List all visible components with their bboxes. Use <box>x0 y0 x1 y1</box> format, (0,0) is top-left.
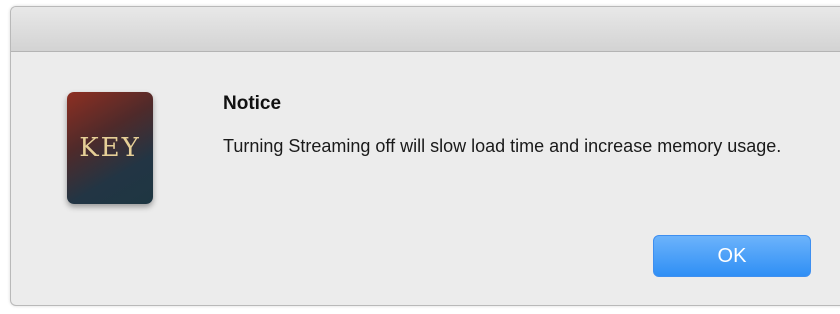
ok-button[interactable]: OK <box>653 235 811 277</box>
dialog-title: Notice <box>223 93 282 114</box>
dialog-titlebar[interactable] <box>11 7 840 52</box>
app-icon-text: KEY <box>79 133 141 163</box>
dialog-message: Turning Streaming off will slow load tim… <box>223 136 782 156</box>
alert-dialog-window: KEY Notice Turning Streaming off will sl… <box>10 6 840 306</box>
app-icon: KEY <box>67 92 153 204</box>
